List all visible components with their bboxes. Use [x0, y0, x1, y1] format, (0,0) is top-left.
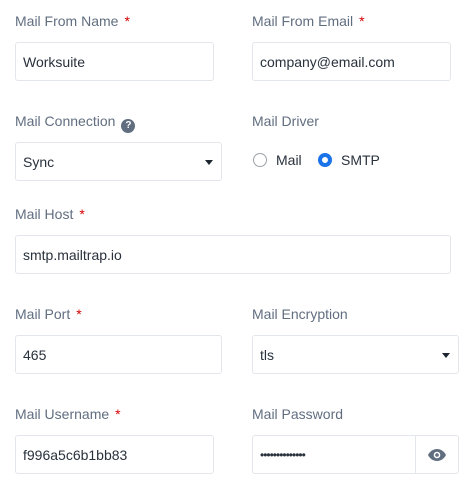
required-asterisk: * [359, 13, 365, 29]
mail-host-label: Mail Host * [15, 206, 85, 222]
mail-from-email-value: company@email.com [260, 53, 395, 70]
radio-mail-label: Mail [276, 152, 302, 168]
required-asterisk: * [79, 206, 85, 222]
mail-connection-select[interactable]: Sync [15, 142, 222, 181]
mail-connection-value: Sync [23, 153, 55, 170]
mail-username-value: f996a5c6b1bb83 [23, 446, 128, 463]
mail-from-name-label: Mail From Name * [15, 13, 130, 29]
caret-down-icon [205, 160, 213, 165]
mail-password-input[interactable]: •••••••••••••• [252, 435, 416, 474]
required-asterisk: * [76, 306, 82, 322]
mail-password-label: Mail Password [252, 406, 344, 422]
mail-encryption-value: tls [260, 346, 274, 363]
mail-driver-option-smtp[interactable]: SMTP [318, 152, 380, 168]
radio-smtp-label: SMTP [341, 152, 380, 168]
radio-smtp[interactable] [318, 153, 332, 167]
required-asterisk: * [124, 13, 130, 29]
mail-port-value: 465 [23, 346, 47, 363]
mail-host-input[interactable]: smtp.mailtrap.io [15, 235, 451, 274]
mail-password-value: •••••••••••••• [260, 447, 306, 462]
mail-encryption-select[interactable]: tls [252, 335, 459, 374]
mail-from-name-value: Worksuite [23, 53, 85, 70]
mail-username-input[interactable]: f996a5c6b1bb83 [15, 435, 214, 474]
mail-driver-label: Mail Driver [252, 113, 319, 129]
mail-port-label: Mail Port * [15, 306, 82, 322]
mail-encryption-label: Mail Encryption [252, 306, 348, 322]
mail-port-input[interactable]: 465 [15, 335, 222, 374]
caret-down-icon [442, 353, 450, 358]
radio-mail[interactable] [253, 153, 267, 167]
required-asterisk: * [115, 406, 121, 422]
mail-from-name-input[interactable]: Worksuite [15, 42, 214, 81]
question-circle-icon[interactable]: ? [121, 119, 136, 133]
eye-icon [428, 448, 446, 461]
mail-username-label: Mail Username * [15, 406, 121, 422]
mail-host-value: smtp.mailtrap.io [23, 246, 122, 263]
mail-driver-option-mail[interactable]: Mail [253, 152, 302, 168]
mail-connection-label: Mail Connection? [15, 112, 136, 133]
mail-from-email-label: Mail From Email * [252, 13, 365, 29]
toggle-password-button[interactable] [415, 435, 459, 474]
mail-from-email-input[interactable]: company@email.com [252, 42, 451, 81]
